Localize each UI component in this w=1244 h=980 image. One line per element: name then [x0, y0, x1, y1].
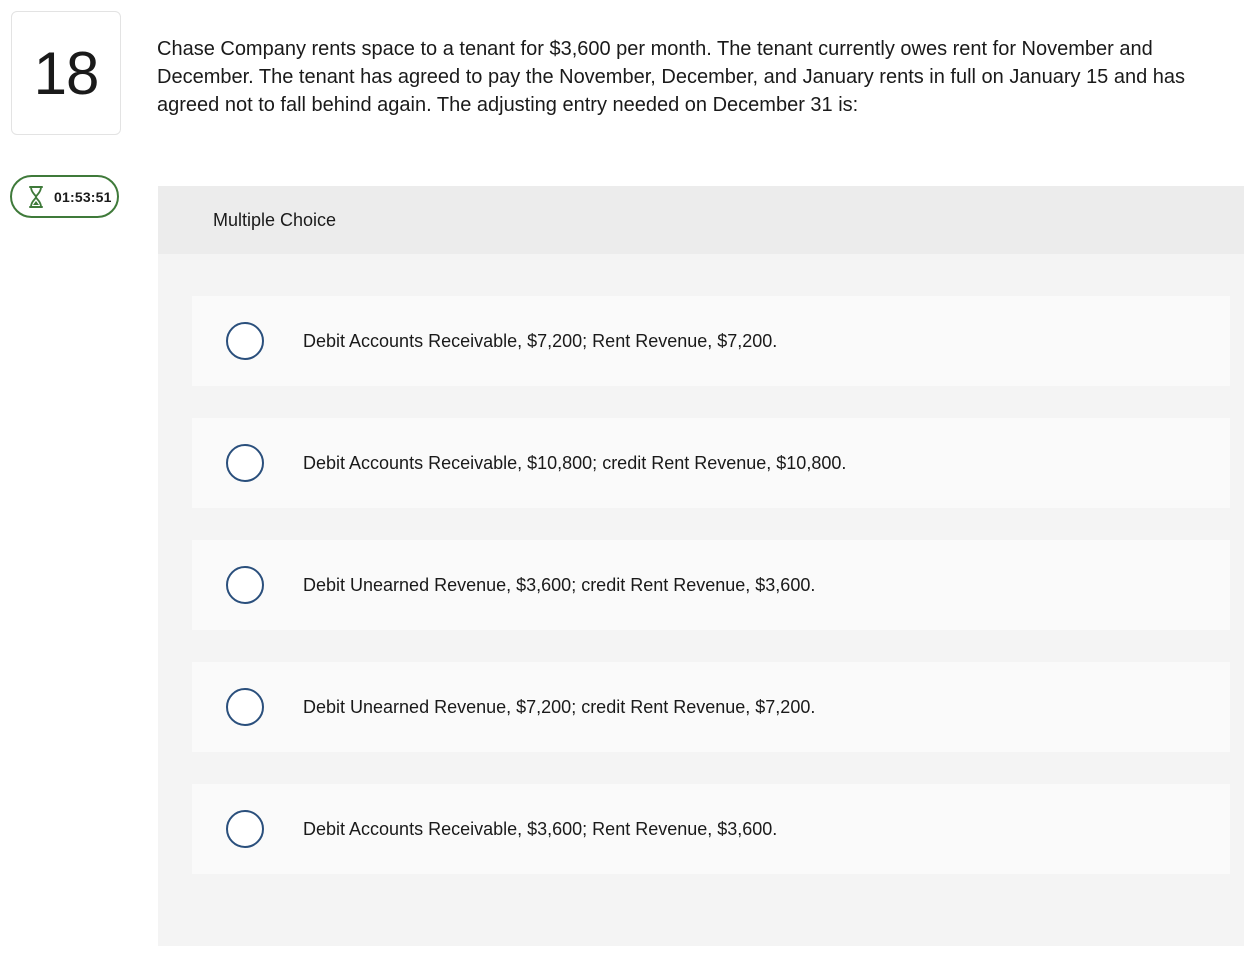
question-text: Chase Company rents space to a tenant fo… — [157, 38, 1186, 116]
answer-option-label: Debit Accounts Receivable, $7,200; Rent … — [303, 330, 778, 351]
radio-button[interactable] — [226, 322, 264, 360]
answer-options: Debit Accounts Receivable, $7,200; Rent … — [192, 296, 1230, 906]
answer-option-label: Debit Accounts Receivable, $10,800; cred… — [303, 452, 847, 473]
multiple-choice-header: Multiple Choice — [158, 186, 1244, 254]
answer-option[interactable]: Debit Accounts Receivable, $3,600; Rent … — [192, 784, 1230, 874]
hourglass-icon — [29, 185, 43, 208]
answer-option-label: Debit Accounts Receivable, $3,600; Rent … — [303, 818, 778, 839]
timer-value: 01:53:51 — [54, 188, 112, 205]
question-number: 18 — [33, 39, 100, 107]
answer-option-label: Debit Unearned Revenue, $3,600; credit R… — [303, 574, 816, 595]
answer-option[interactable]: Debit Unearned Revenue, $7,200; credit R… — [192, 662, 1230, 752]
answer-option-label: Debit Unearned Revenue, $7,200; credit R… — [303, 696, 816, 717]
question-number-box: 18 — [11, 11, 121, 135]
answer-option[interactable]: Debit Accounts Receivable, $7,200; Rent … — [192, 296, 1230, 386]
radio-button[interactable] — [226, 688, 264, 726]
radio-button[interactable] — [226, 566, 264, 604]
multiple-choice-panel: Multiple Choice Debit Accounts Receivabl… — [158, 186, 1244, 946]
timer-badge[interactable]: 01:53:51 — [10, 175, 119, 218]
question-page: 18 01:53:51 Chase Company rents space to… — [0, 0, 1244, 980]
radio-button[interactable] — [226, 810, 264, 848]
radio-button[interactable] — [226, 444, 264, 482]
answer-option[interactable]: Debit Accounts Receivable, $10,800; cred… — [192, 418, 1230, 508]
answer-option[interactable]: Debit Unearned Revenue, $3,600; credit R… — [192, 540, 1230, 630]
